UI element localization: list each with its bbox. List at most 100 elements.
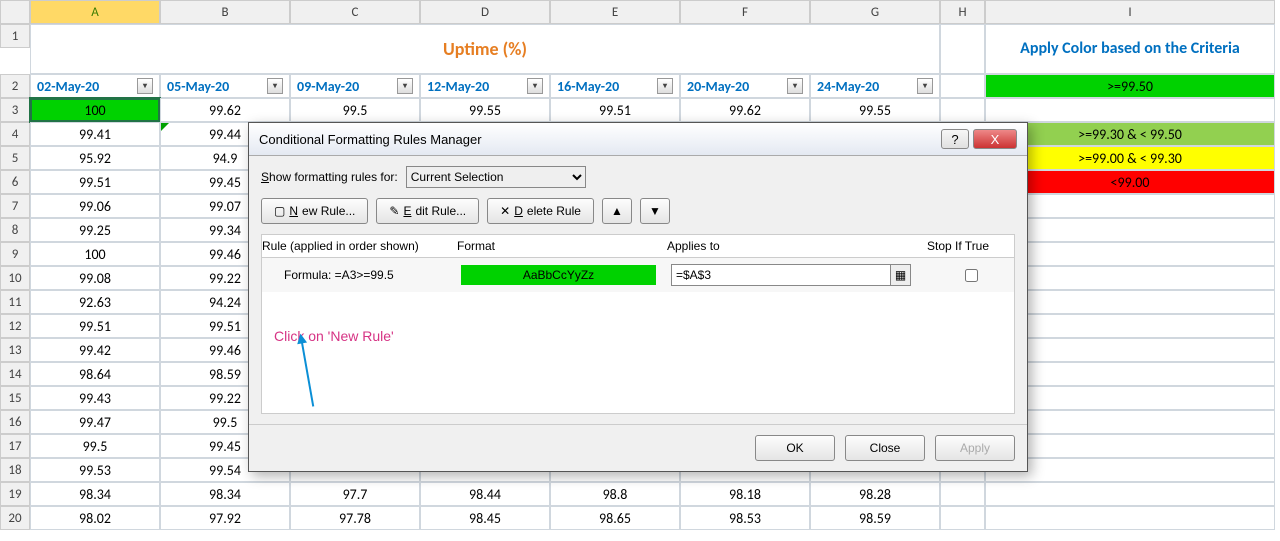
data-cell[interactable]: 98.18 bbox=[680, 482, 810, 506]
conditional-formatting-dialog: Conditional Formatting Rules Manager ? X… bbox=[248, 122, 1028, 472]
row-header[interactable]: 8 bbox=[0, 218, 30, 242]
row-header[interactable]: 18 bbox=[0, 458, 30, 482]
help-button[interactable]: ? bbox=[941, 129, 969, 149]
data-cell[interactable]: 99.51 bbox=[550, 98, 680, 122]
criteria-row: >=99.00 & < 99.30 bbox=[985, 146, 1275, 170]
show-rules-select[interactable]: Current Selection bbox=[406, 166, 586, 188]
date-header-4[interactable]: 16-May-20▾ bbox=[550, 74, 680, 98]
rule-row[interactable]: Formula: =A3>=99.5 AaBbCcYyZz ▦ bbox=[262, 258, 1014, 292]
data-cell[interactable]: 99.51 bbox=[30, 314, 160, 338]
filter-icon[interactable]: ▾ bbox=[917, 78, 933, 94]
data-cell[interactable]: 99.41 bbox=[30, 122, 160, 146]
ok-button[interactable]: OK bbox=[755, 435, 835, 461]
data-cell[interactable]: 98.64 bbox=[30, 362, 160, 386]
row-header[interactable]: 15 bbox=[0, 386, 30, 410]
criteria-title: Apply Color based on the Criteria bbox=[985, 24, 1275, 74]
date-header-3[interactable]: 12-May-20▾ bbox=[420, 74, 550, 98]
data-cell[interactable]: 97.78 bbox=[290, 506, 420, 530]
data-cell[interactable]: 98.34 bbox=[160, 482, 290, 506]
data-cell[interactable]: 98.28 bbox=[810, 482, 940, 506]
move-down-button[interactable]: ▼ bbox=[640, 198, 670, 224]
filter-icon[interactable]: ▾ bbox=[267, 78, 283, 94]
data-cell[interactable]: 99.5 bbox=[290, 98, 420, 122]
row-header[interactable]: 12 bbox=[0, 314, 30, 338]
column-header-I[interactable]: I bbox=[985, 0, 1275, 24]
data-cell[interactable]: 99.55 bbox=[420, 98, 550, 122]
delete-rule-button[interactable]: ✕ Delete Rule bbox=[487, 198, 594, 224]
column-header-E[interactable]: E bbox=[550, 0, 680, 24]
data-cell[interactable]: 98.34 bbox=[30, 482, 160, 506]
date-header-1[interactable]: 05-May-20▾ bbox=[160, 74, 290, 98]
date-header-0[interactable]: 02-May-20▾ bbox=[30, 74, 160, 98]
column-header-F[interactable]: F bbox=[680, 0, 810, 24]
row-header[interactable]: 7 bbox=[0, 194, 30, 218]
applies-to-input[interactable] bbox=[672, 268, 890, 282]
data-cell[interactable]: 98.44 bbox=[420, 482, 550, 506]
data-cell[interactable]: 99.08 bbox=[30, 266, 160, 290]
row-header[interactable]: 13 bbox=[0, 338, 30, 362]
data-cell[interactable]: 95.92 bbox=[30, 146, 160, 170]
data-cell[interactable]: 99.43 bbox=[30, 386, 160, 410]
criteria-row: <99.00 bbox=[985, 170, 1275, 194]
filter-icon[interactable]: ▾ bbox=[137, 78, 153, 94]
data-cell[interactable]: 99.42 bbox=[30, 338, 160, 362]
data-cell[interactable]: 99.55 bbox=[810, 98, 940, 122]
data-cell[interactable]: 99.53 bbox=[30, 458, 160, 482]
row-header[interactable]: 6 bbox=[0, 170, 30, 194]
row-header[interactable]: 14 bbox=[0, 362, 30, 386]
data-cell[interactable]: 99.62 bbox=[680, 98, 810, 122]
data-cell[interactable]: 98.53 bbox=[680, 506, 810, 530]
column-header-B[interactable]: B bbox=[160, 0, 290, 24]
row-header[interactable]: 10 bbox=[0, 266, 30, 290]
stop-if-true-checkbox[interactable] bbox=[965, 269, 978, 282]
data-cell[interactable]: 99.06 bbox=[30, 194, 160, 218]
column-header-D[interactable]: D bbox=[420, 0, 550, 24]
column-header-H[interactable]: H bbox=[940, 0, 985, 24]
data-cell[interactable]: 98.8 bbox=[550, 482, 680, 506]
date-header-6[interactable]: 24-May-20▾ bbox=[810, 74, 940, 98]
row-header[interactable]: 11 bbox=[0, 290, 30, 314]
data-cell[interactable]: 99.47 bbox=[30, 410, 160, 434]
filter-icon[interactable]: ▾ bbox=[787, 78, 803, 94]
data-cell[interactable]: 98.59 bbox=[810, 506, 940, 530]
move-up-button[interactable]: ▲ bbox=[602, 198, 632, 224]
data-cell[interactable]: 99.5 bbox=[30, 434, 160, 458]
rules-list: Rule (applied in order shown) Format App… bbox=[261, 234, 1015, 414]
row-header[interactable]: 4 bbox=[0, 122, 30, 146]
data-cell[interactable]: 98.02 bbox=[30, 506, 160, 530]
rule-applies-to[interactable]: ▦ bbox=[671, 264, 911, 286]
annotation-text: Click on 'New Rule' bbox=[262, 322, 1014, 350]
close-window-button[interactable]: X bbox=[973, 129, 1017, 149]
rules-col-rule: Rule (applied in order shown) bbox=[262, 239, 457, 253]
data-cell[interactable]: 99.51 bbox=[30, 170, 160, 194]
new-rule-button[interactable]: ▢ New Rule... bbox=[261, 198, 368, 224]
data-cell[interactable]: 92.63 bbox=[30, 290, 160, 314]
filter-icon[interactable]: ▾ bbox=[657, 78, 673, 94]
data-cell[interactable]: 99.25 bbox=[30, 218, 160, 242]
filter-icon[interactable]: ▾ bbox=[397, 78, 413, 94]
column-header-G[interactable]: G bbox=[810, 0, 940, 24]
range-picker-icon[interactable]: ▦ bbox=[890, 265, 910, 285]
row-header[interactable]: 17 bbox=[0, 434, 30, 458]
row-header[interactable]: 20 bbox=[0, 506, 30, 530]
apply-button[interactable]: Apply bbox=[935, 435, 1015, 461]
filter-icon[interactable]: ▾ bbox=[527, 78, 543, 94]
data-cell[interactable]: 98.45 bbox=[420, 506, 550, 530]
data-cell[interactable]: 100 bbox=[30, 242, 160, 266]
row-header[interactable]: 16 bbox=[0, 410, 30, 434]
data-cell[interactable]: 98.65 bbox=[550, 506, 680, 530]
date-header-5[interactable]: 20-May-20▾ bbox=[680, 74, 810, 98]
data-cell[interactable]: 97.7 bbox=[290, 482, 420, 506]
data-cell[interactable]: 97.92 bbox=[160, 506, 290, 530]
row-header[interactable]: 3 bbox=[0, 98, 30, 122]
data-cell[interactable]: 99.62 bbox=[160, 98, 290, 122]
row-header[interactable]: 9 bbox=[0, 242, 30, 266]
data-cell[interactable]: 100 bbox=[30, 98, 160, 122]
row-header[interactable]: 19 bbox=[0, 482, 30, 506]
column-header-A[interactable]: A bbox=[30, 0, 160, 24]
close-button[interactable]: Close bbox=[845, 435, 925, 461]
edit-rule-button[interactable]: ✎ Edit Rule... bbox=[376, 198, 479, 224]
date-header-2[interactable]: 09-May-20▾ bbox=[290, 74, 420, 98]
column-header-C[interactable]: C bbox=[290, 0, 420, 24]
row-header[interactable]: 5 bbox=[0, 146, 30, 170]
